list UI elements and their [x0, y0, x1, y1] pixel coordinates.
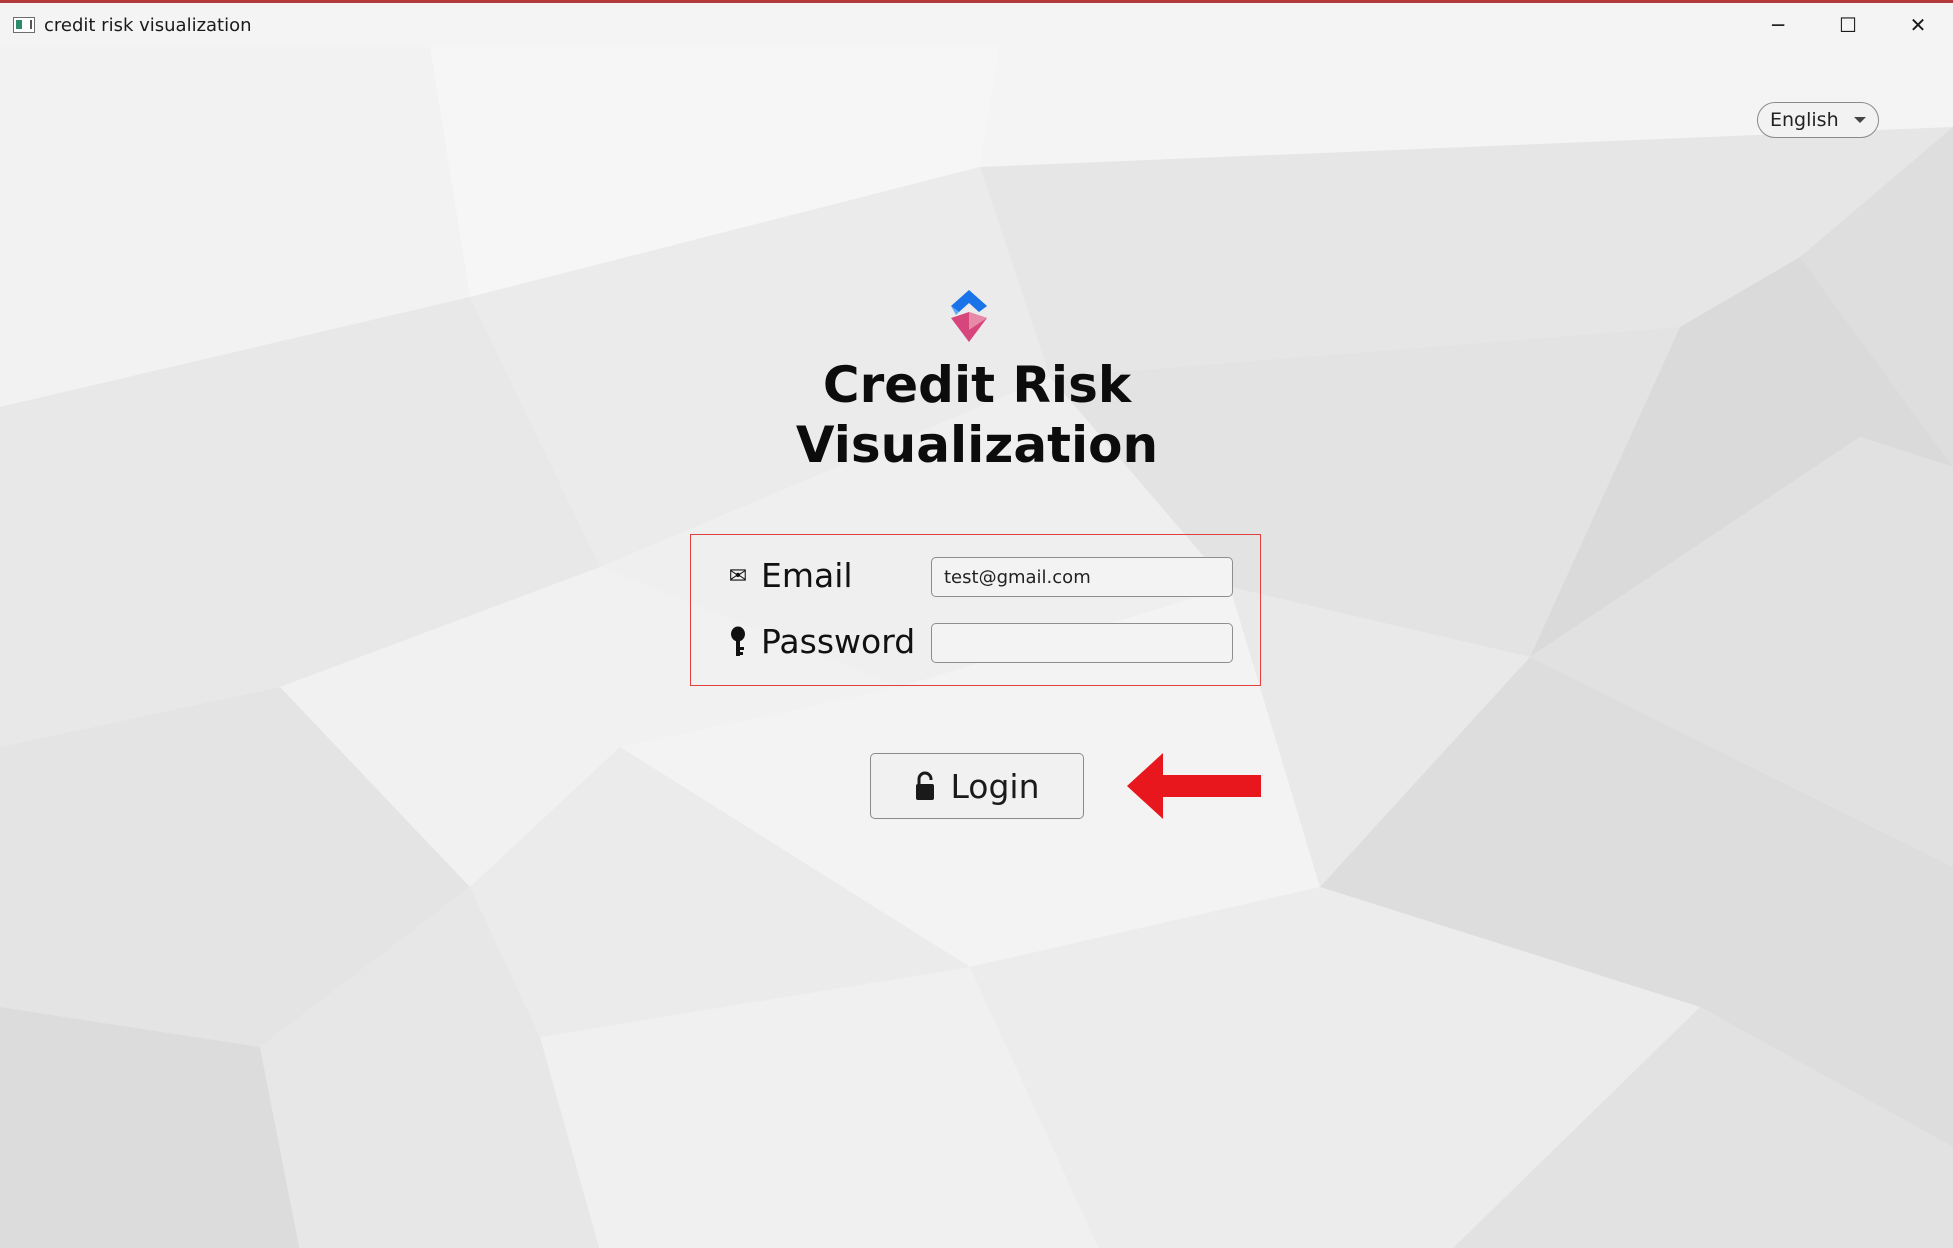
- chevron-down-icon: [1854, 117, 1866, 123]
- language-selected-value: English: [1770, 109, 1839, 131]
- window-title: credit risk visualization: [44, 14, 252, 36]
- login-label: Login: [950, 766, 1040, 806]
- app-icon: [13, 17, 35, 33]
- close-button[interactable]: ✕: [1883, 3, 1953, 47]
- login-button[interactable]: Login: [870, 753, 1084, 819]
- key-icon: [725, 626, 751, 657]
- login-screen: English Credit Risk Visualization ✉ Emai…: [0, 47, 1953, 1248]
- app-window: credit risk visualization ─ ☐ ✕ English …: [0, 0, 1953, 1248]
- password-row: Password: [691, 621, 1262, 663]
- maximize-button[interactable]: ☐: [1813, 3, 1883, 47]
- title-bar[interactable]: credit risk visualization ─ ☐ ✕: [0, 3, 1953, 47]
- email-row: ✉ Email: [691, 555, 1262, 597]
- password-label: Password: [761, 622, 916, 661]
- close-icon: ✕: [1909, 13, 1927, 37]
- red-arrow-left-icon: [1127, 753, 1261, 819]
- app-logo: [951, 290, 987, 342]
- envelope-icon: ✉: [728, 563, 748, 589]
- app-title: Credit Risk Visualization: [677, 355, 1277, 475]
- unlocked-padlock-icon: [916, 771, 935, 800]
- login-form: ✉ Email Password: [690, 534, 1261, 686]
- password-field[interactable]: [931, 623, 1233, 663]
- maximize-icon: ☐: [1839, 13, 1857, 37]
- email-label: Email: [761, 556, 853, 595]
- minimize-icon: ─: [1771, 13, 1785, 37]
- app-title-line2: Visualization: [795, 416, 1159, 474]
- email-field[interactable]: [931, 557, 1233, 597]
- window-controls: ─ ☐ ✕: [1743, 3, 1953, 47]
- app-title-line1: Credit Risk: [822, 356, 1132, 414]
- language-select[interactable]: English: [1757, 102, 1879, 138]
- minimize-button[interactable]: ─: [1743, 3, 1813, 47]
